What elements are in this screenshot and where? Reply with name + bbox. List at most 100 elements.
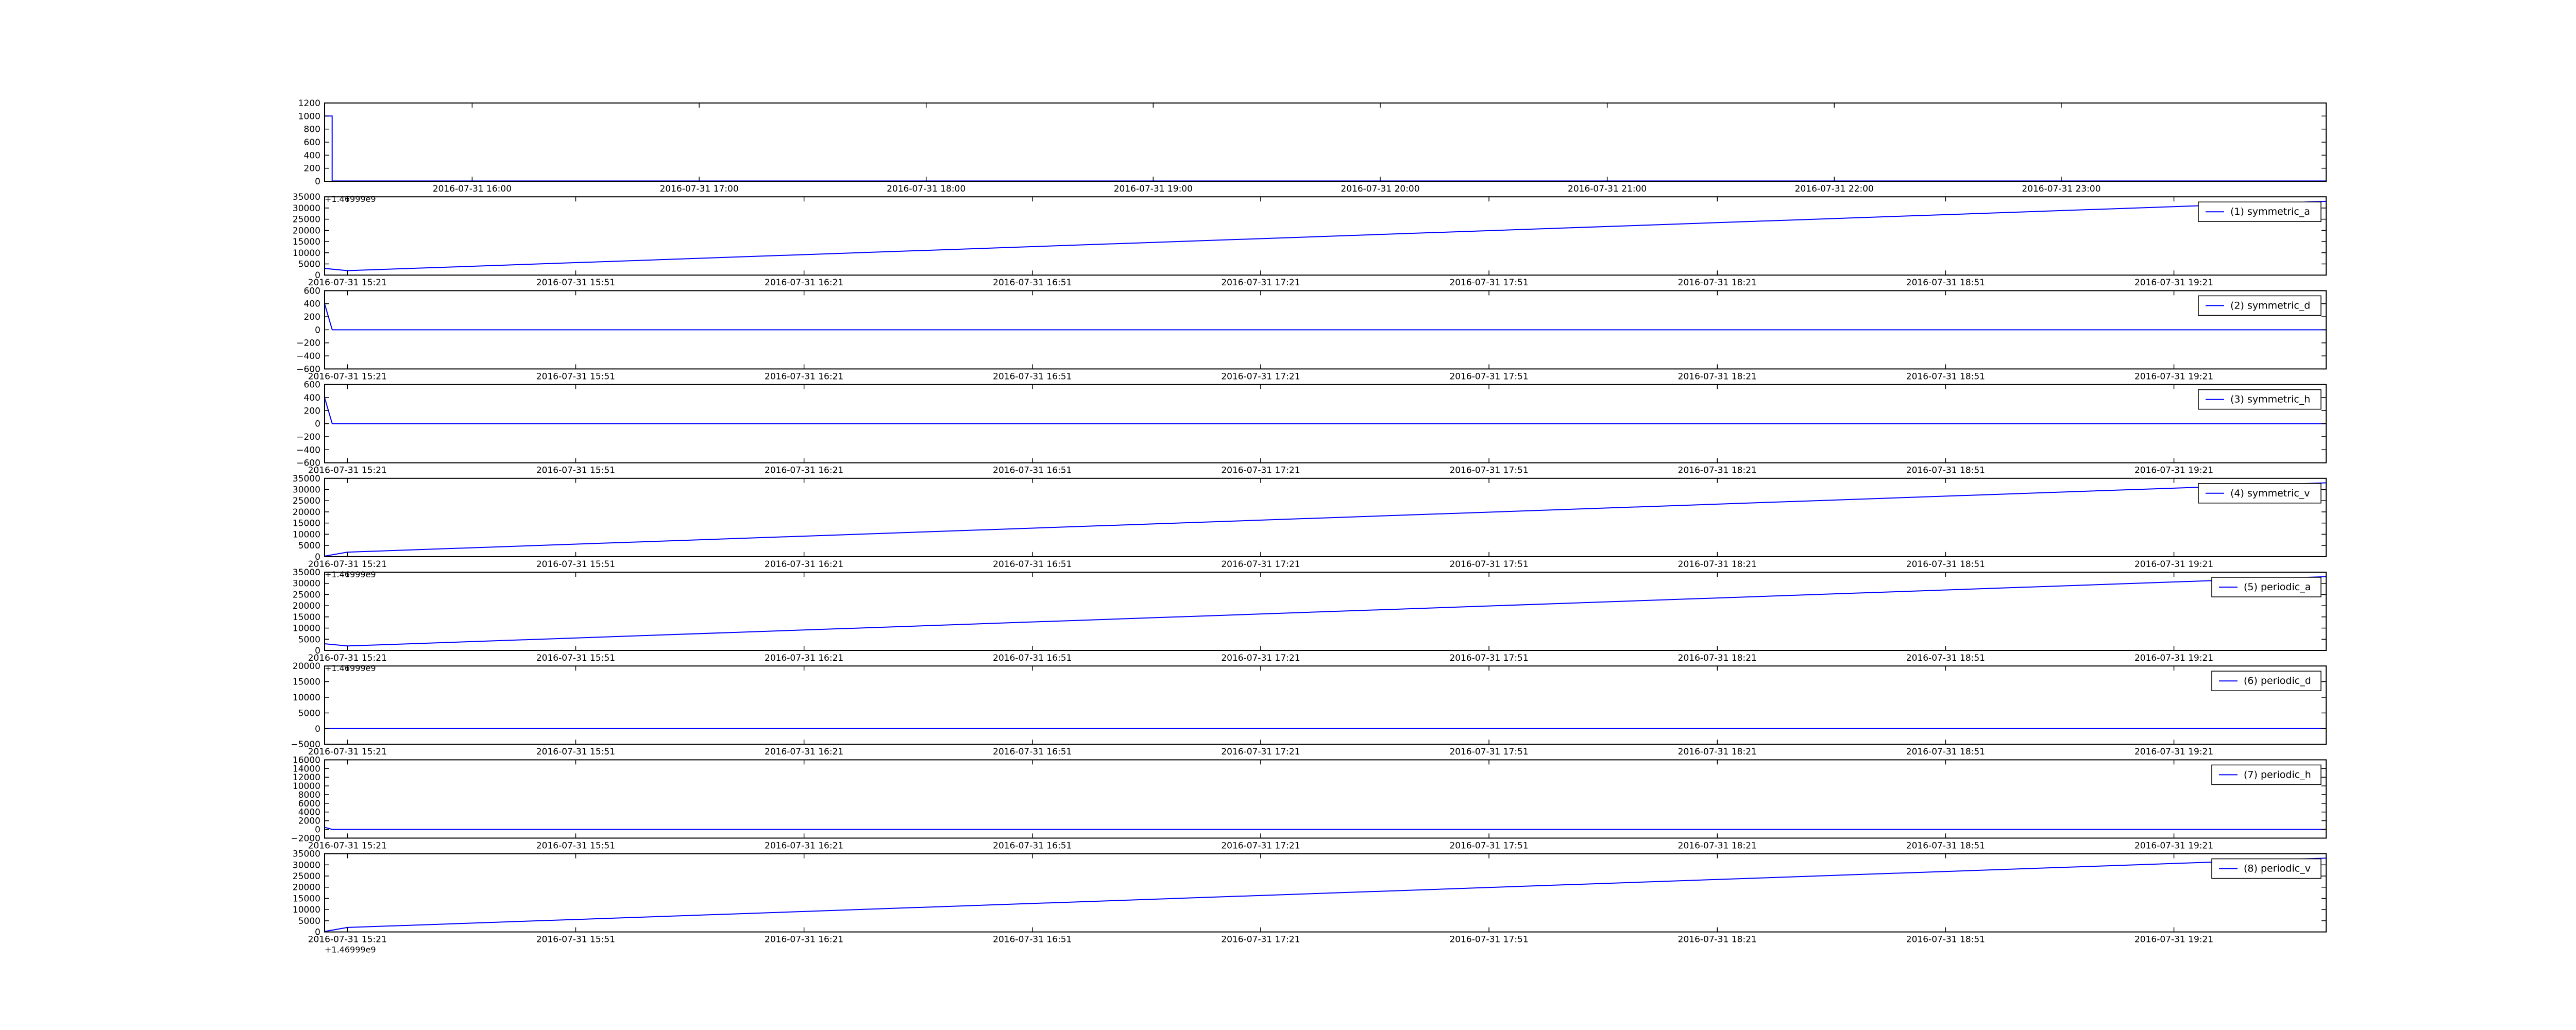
x-tick-label: 2016-07-31 18:21 (1678, 466, 1757, 476)
y-tick-label: 200 (304, 406, 320, 416)
x-tick-label: 2016-07-31 17:21 (1221, 466, 1300, 476)
x-tick-label: 2016-07-31 18:51 (1906, 559, 1985, 570)
x-tick-label: 2016-07-31 17:00 (659, 184, 738, 194)
y-tick-label: 25000 (293, 215, 320, 225)
x-tick-label: 2016-07-31 15:51 (536, 840, 615, 851)
series-line (324, 857, 2327, 932)
x-tick-label: 2016-07-31 19:21 (2134, 653, 2213, 663)
y-tick-label: 20000 (293, 661, 320, 672)
x-tick-label: 2016-07-31 23:00 (2022, 184, 2100, 194)
x-tick-label: 2016-07-31 15:51 (536, 653, 615, 663)
y-tick-label: 0 (315, 419, 320, 430)
x-tick-label: 2016-07-31 18:21 (1678, 935, 1757, 945)
y-tick-label: 15000 (293, 519, 320, 529)
y-tick-label: 16000 (293, 755, 320, 765)
y-tick-label: 600 (304, 286, 320, 296)
y-tick-label: 15000 (293, 612, 320, 623)
y-tick-label: 400 (304, 150, 320, 161)
y-tick-label: 200 (304, 312, 320, 322)
y-tick-label: 25000 (293, 496, 320, 506)
x-tick-label: 2016-07-31 17:51 (1449, 559, 1528, 570)
legend-label: (5) periodic_a (2244, 581, 2311, 593)
panel-7: −200002000400060008000100001200014000160… (291, 755, 2327, 851)
x-tick-label: 2016-07-31 18:21 (1678, 278, 1757, 288)
x-tick-label: 2016-07-31 19:00 (1114, 184, 1193, 194)
legend-label: (7) periodic_h (2244, 769, 2311, 780)
y-tick-label: 5000 (298, 916, 320, 926)
x-tick-label: 2016-07-31 17:21 (1221, 747, 1300, 757)
x-tick-label: 2016-07-31 18:21 (1678, 559, 1757, 570)
plot-frame (324, 665, 2327, 745)
panel-5: 050001000015000200002500030000350002016-… (293, 568, 2327, 673)
x-tick-label: 2016-07-31 17:21 (1221, 653, 1300, 663)
x-tick-label: 2016-07-31 16:21 (765, 747, 843, 757)
x-tick-label: 2016-07-31 17:21 (1221, 371, 1300, 382)
y-tick-label: 0 (315, 724, 320, 734)
y-tick-label: 10000 (293, 905, 320, 915)
legend-label: (3) symmetric_h (2230, 394, 2310, 405)
plot-frame (324, 102, 2327, 182)
x-tick-label: 2016-07-31 15:51 (536, 466, 615, 476)
y-tick-label: 5000 (298, 541, 320, 551)
y-tick-label: 30000 (293, 485, 320, 495)
x-tick-label: 2016-07-31 16:21 (765, 653, 843, 663)
x-tick-label: 2016-07-31 16:51 (993, 935, 1072, 945)
x-tick-label: 2016-07-31 16:00 (433, 184, 512, 194)
y-tick-label: 600 (304, 380, 320, 390)
x-tick-label: 2016-07-31 17:51 (1449, 840, 1528, 851)
y-tick-label: 20000 (293, 601, 320, 611)
y-tick-label: 30000 (293, 860, 320, 870)
y-tick-label: −200 (296, 432, 320, 442)
x-tick-label: 2016-07-31 16:51 (993, 278, 1072, 288)
panel-2: −600−400−20002004006002016-07-31 15:21 20… (296, 286, 2327, 382)
x-tick-label: 2016-07-31 16:21 (765, 559, 843, 570)
x-tick-label: 2016-07-31 17:51 (1449, 278, 1528, 288)
y-tick-label: 800 (304, 125, 320, 135)
y-tick-label: 20000 (293, 226, 320, 236)
series-line (324, 394, 2326, 453)
x-tick-label: 2016-07-31 17:51 (1449, 466, 1528, 476)
y-tick-label: 35000 (293, 474, 320, 484)
x-tick-label: 2016-07-31 21:00 (1568, 184, 1647, 194)
x-tick-label: 2016-07-31 17:21 (1221, 278, 1300, 288)
series-line (324, 482, 2327, 557)
plot-frame (324, 759, 2327, 839)
x-tick-label: 2016-07-31 16:51 (993, 747, 1072, 757)
x-tick-label: 2016-07-31 18:51 (1906, 840, 1985, 851)
x-tick-label: 2016-07-31 17:51 (1449, 747, 1528, 757)
x-tick-label: 2016-07-31 18:51 (1906, 747, 1985, 757)
x-tick-label: 2016-07-31 19:21 (2134, 747, 2213, 757)
axis-offset-label: +1.46999e9 (325, 663, 376, 673)
x-tick-label: 2016-07-31 15:51 (536, 559, 615, 570)
x-tick-label: 2016-07-31 22:00 (1795, 184, 1874, 194)
x-tick-label: 2016-07-31 16:51 (993, 840, 1072, 851)
figure: 0 200 400 600 800 1000 1200 2016-07-31 16:00 201… (291, 98, 2327, 955)
x-tick-label: 2016-07-31 19:21 (2134, 840, 2213, 851)
y-tick-label: 35000 (293, 849, 320, 860)
y-tick-label: 400 (304, 393, 320, 403)
y-tick-label: 400 (304, 299, 320, 310)
x-tick-label: 2016-07-31 17:21 (1221, 935, 1300, 945)
panel-4: 050001000015000200002500030000350002016-… (293, 474, 2327, 579)
y-tick-label: 30000 (293, 203, 320, 214)
y-tick-label: 25000 (293, 871, 320, 882)
panel-6: −5000050001000015000200002016-07-31 15:2… (291, 661, 2327, 757)
series-line (324, 827, 2326, 830)
x-tick-label: 2016-07-31 16:21 (765, 840, 843, 851)
x-tick-label: 2016-07-31 18:51 (1906, 371, 1985, 382)
x-tick-label: 2016-07-31 18:21 (1678, 840, 1757, 851)
y-tick-label: −400 (296, 351, 320, 362)
y-tick-label: 10000 (293, 693, 320, 703)
series-line (324, 115, 2326, 182)
panel-0: 0 200 400 600 800 1000 1200 2016-07-31 16:00 201… (298, 98, 2327, 204)
y-tick-label: 0 (315, 325, 320, 335)
x-tick-label: 2016-07-31 19:21 (2134, 371, 2213, 382)
y-tick-label: 5000 (298, 708, 320, 718)
y-tick-label: 25000 (293, 590, 320, 600)
y-tick-label: 10000 (293, 248, 320, 259)
x-tick-label: 2016-07-31 19:21 (2134, 559, 2213, 570)
panel-8: 050001000015000200002500030000350002016-… (293, 849, 2327, 955)
y-tick-label: 20000 (293, 883, 320, 893)
x-tick-label: 2016-07-31 17:21 (1221, 559, 1300, 570)
x-tick-label: 2016-07-31 18:51 (1906, 278, 1985, 288)
